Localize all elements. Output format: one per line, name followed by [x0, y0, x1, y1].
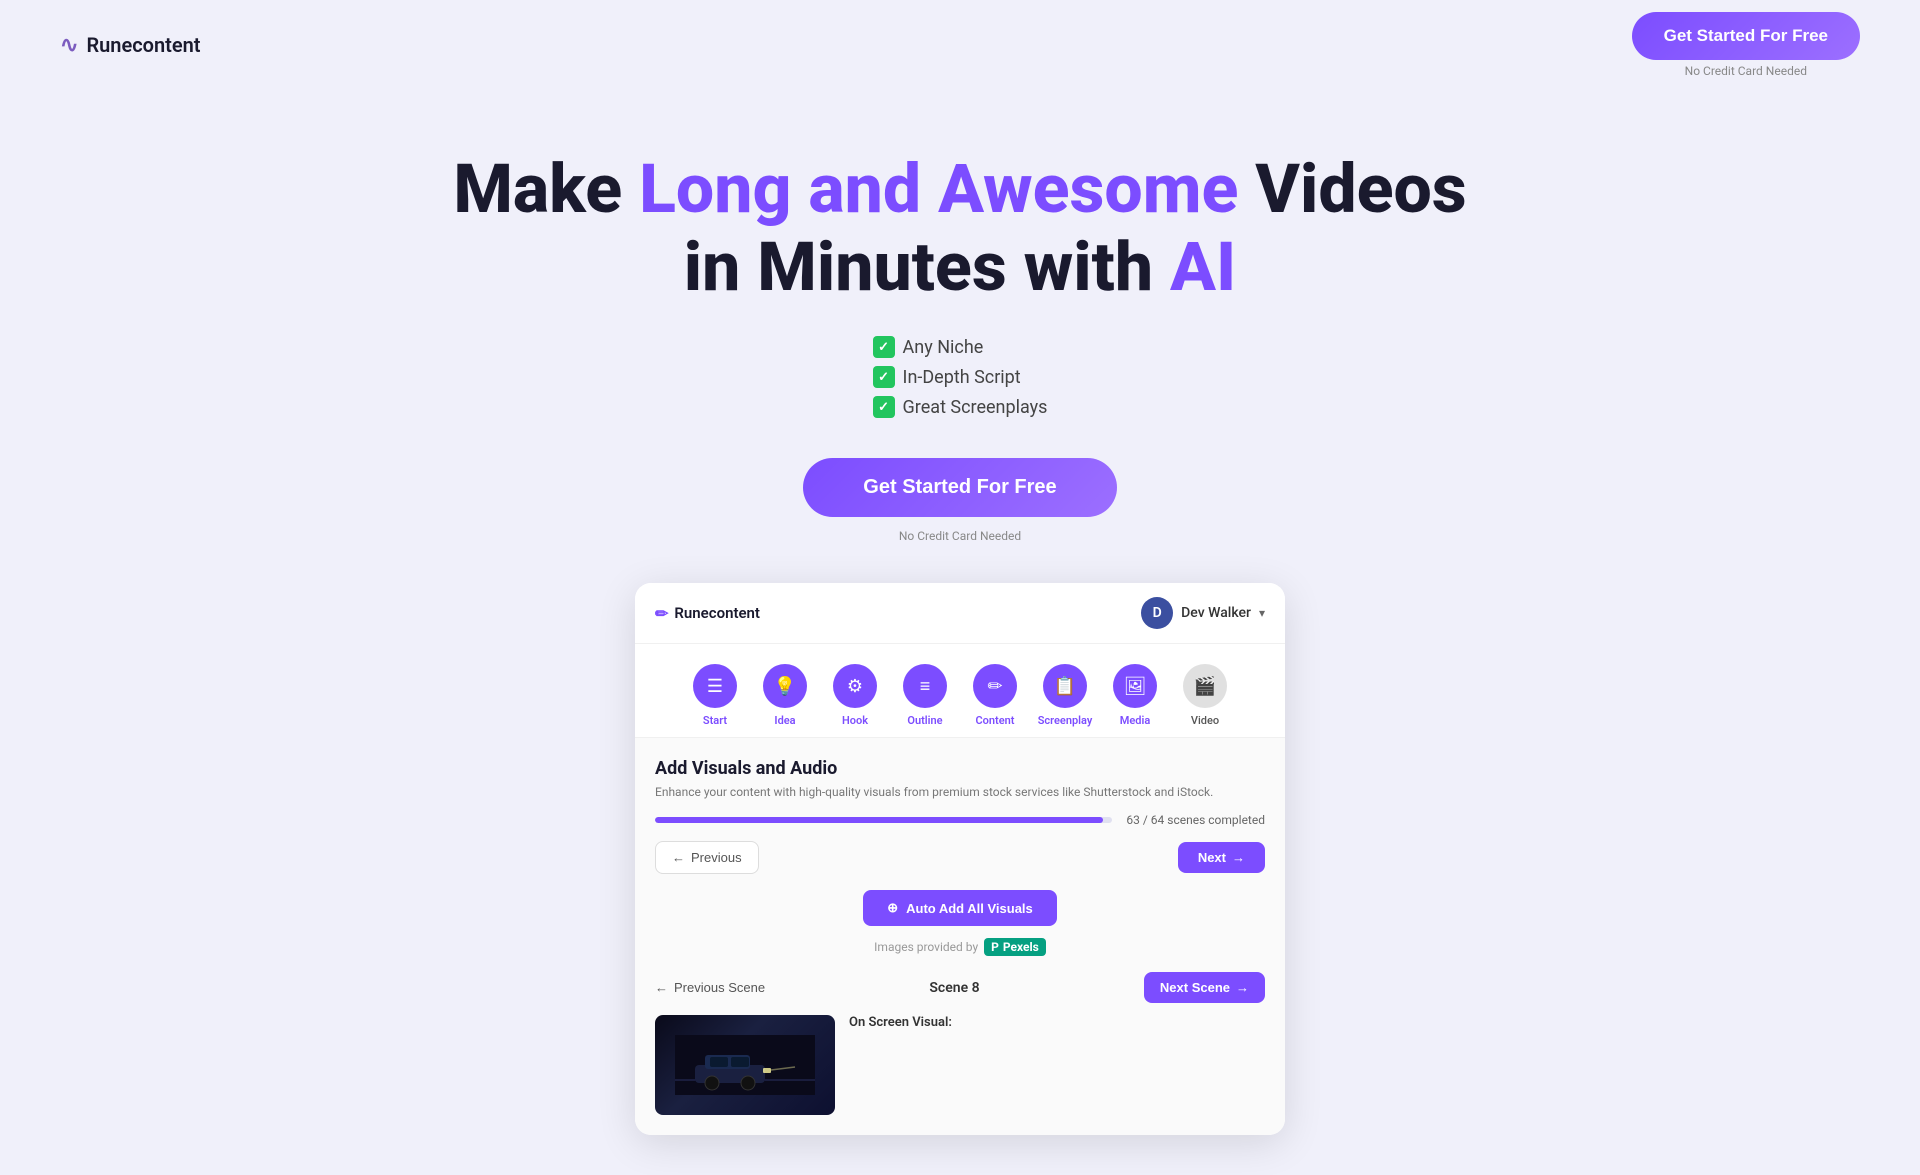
header-cta-button[interactable]: Get Started For Free: [1632, 12, 1860, 60]
step-outline-label: Outline: [907, 714, 942, 727]
auto-add-label: Auto Add All Visuals: [906, 901, 1033, 916]
step-content-icon: ✏: [973, 664, 1017, 708]
step-hook-icon: ⚙: [833, 664, 877, 708]
header-no-card: No Credit Card Needed: [1685, 64, 1807, 78]
feature-item-2: ✓ In-Depth Script: [873, 366, 1021, 388]
step-media-label: Media: [1120, 714, 1151, 727]
hero-cta-button[interactable]: Get Started For Free: [803, 458, 1116, 517]
scene-thumbnail: [655, 1015, 835, 1115]
steps-nav: ☰ Start 💡 Idea ⚙ Hook ≡ Outline ✏ Conten…: [635, 644, 1285, 737]
headline-ai: AI: [1170, 227, 1236, 307]
auto-add-icon: ⊕: [887, 900, 898, 916]
logo-icon: ∿: [60, 33, 78, 58]
next-scene-label: Next Scene: [1160, 980, 1230, 995]
scene-info: On Screen Visual:: [849, 1015, 1265, 1115]
prev-label: Previous: [691, 850, 742, 865]
prev-scene-label: Previous Scene: [674, 980, 765, 995]
images-by-text: Images provided by: [874, 940, 978, 954]
pexels-badge: P Pexels: [984, 938, 1046, 956]
user-name: Dev Walker: [1181, 605, 1251, 621]
mockup-main-content: Add Visuals and Audio Enhance your conte…: [635, 737, 1285, 1135]
scene-number: Scene 8: [929, 980, 979, 996]
step-idea-label: Idea: [774, 714, 795, 727]
auto-add-wrap: ⊕ Auto Add All Visuals: [655, 890, 1265, 926]
prev-arrow-icon: ←: [672, 850, 685, 865]
car-svg: [675, 1035, 815, 1095]
feature-label-1: Any Niche: [903, 337, 984, 358]
mockup-wrapper: ✏ Runecontent D Dev Walker ▾ ☰ Start 💡 I…: [0, 583, 1920, 1175]
progress-bar-fill: [655, 817, 1103, 823]
step-content[interactable]: ✏ Content: [965, 664, 1025, 727]
mockup-header: ✏ Runecontent D Dev Walker ▾: [635, 583, 1285, 644]
step-idea[interactable]: 💡 Idea: [755, 664, 815, 727]
check-icon-3: ✓: [873, 396, 895, 418]
step-start-icon: ☰: [693, 664, 737, 708]
on-screen-label: On Screen Visual:: [849, 1015, 1265, 1030]
user-avatar: D: [1141, 597, 1173, 629]
headline-part2: Videos: [1238, 149, 1466, 229]
previous-button[interactable]: ← Previous: [655, 841, 759, 874]
progress-text: 63 / 64 scenes completed: [1126, 813, 1265, 827]
scene-nav: ← Previous Scene Scene 8 Next Scene →: [655, 972, 1265, 1003]
check-icon-1: ✓: [873, 336, 895, 358]
step-idea-icon: 💡: [763, 664, 807, 708]
step-video-icon: 🎬: [1183, 664, 1227, 708]
hero-section: Make Long and Awesome Videos in Minutes …: [0, 90, 1920, 583]
step-media[interactable]: 🖼 Media: [1105, 664, 1165, 727]
chevron-down-icon: ▾: [1259, 606, 1265, 620]
headline-highlight: Long and Awesome: [639, 149, 1238, 229]
scene-content: On Screen Visual:: [655, 1015, 1265, 1115]
hero-no-card: No Credit Card Needed: [899, 529, 1021, 543]
mockup-logo-text: Runecontent: [674, 604, 760, 622]
top-nav-row: ← Previous Next →: [655, 841, 1265, 874]
prev-scene-arrow: ←: [655, 980, 668, 995]
app-mockup: ✏ Runecontent D Dev Walker ▾ ☰ Start 💡 I…: [635, 583, 1285, 1135]
feature-item-1: ✓ Any Niche: [873, 336, 984, 358]
step-content-label: Content: [975, 714, 1014, 727]
next-scene-button[interactable]: Next Scene →: [1144, 972, 1265, 1003]
step-media-icon: 🖼: [1113, 664, 1157, 708]
step-hook-label: Hook: [842, 714, 868, 727]
section-title: Add Visuals and Audio: [655, 758, 1265, 779]
auto-add-visuals-button[interactable]: ⊕ Auto Add All Visuals: [863, 890, 1057, 926]
feature-label-2: In-Depth Script: [903, 367, 1021, 388]
pexels-icon: P: [991, 940, 999, 954]
mockup-logo: ✏ Runecontent: [655, 604, 760, 623]
hero-headline: Make Long and Awesome Videos in Minutes …: [20, 150, 1900, 306]
step-screenplay-label: Screenplay: [1038, 714, 1093, 727]
step-outline-icon: ≡: [903, 664, 947, 708]
logo-text: Runecontent: [86, 33, 200, 57]
scene-thumbnail-inner: [655, 1015, 835, 1115]
step-screenplay[interactable]: 📋 Screenplay: [1035, 664, 1095, 727]
pexels-label: Pexels: [1003, 940, 1039, 954]
step-screenplay-icon: 📋: [1043, 664, 1087, 708]
step-hook[interactable]: ⚙ Hook: [825, 664, 885, 727]
progress-bar: [655, 817, 1112, 823]
next-arrow-icon: →: [1232, 850, 1245, 865]
previous-scene-button[interactable]: ← Previous Scene: [655, 980, 765, 995]
feature-item-3: ✓ Great Screenplays: [873, 396, 1048, 418]
next-button[interactable]: Next →: [1178, 842, 1265, 873]
step-start[interactable]: ☰ Start: [685, 664, 745, 727]
user-badge[interactable]: D Dev Walker ▾: [1141, 597, 1265, 629]
step-video-label: Video: [1191, 714, 1219, 727]
header-cta-wrap: Get Started For Free No Credit Card Need…: [1632, 12, 1860, 78]
step-outline[interactable]: ≡ Outline: [895, 664, 955, 727]
progress-row: 63 / 64 scenes completed: [655, 813, 1265, 827]
check-icon-2: ✓: [873, 366, 895, 388]
hero-cta-wrap: Get Started For Free No Credit Card Need…: [20, 458, 1900, 543]
images-by-row: Images provided by P Pexels: [655, 938, 1265, 956]
headline-part1: Make: [453, 149, 639, 229]
headline-line2: in Minutes with AI: [684, 227, 1236, 307]
logo: ∿ Runecontent: [60, 33, 201, 58]
features-list: ✓ Any Niche ✓ In-Depth Script ✓ Great Sc…: [873, 336, 1048, 418]
mockup-logo-icon: ✏: [655, 604, 668, 623]
next-label: Next: [1198, 850, 1226, 865]
section-desc: Enhance your content with high-quality v…: [655, 785, 1265, 799]
step-video[interactable]: 🎬 Video: [1175, 664, 1235, 727]
next-scene-arrow: →: [1236, 980, 1249, 995]
feature-label-3: Great Screenplays: [903, 397, 1048, 418]
step-start-label: Start: [703, 714, 727, 727]
header: ∿ Runecontent Get Started For Free No Cr…: [0, 0, 1920, 90]
